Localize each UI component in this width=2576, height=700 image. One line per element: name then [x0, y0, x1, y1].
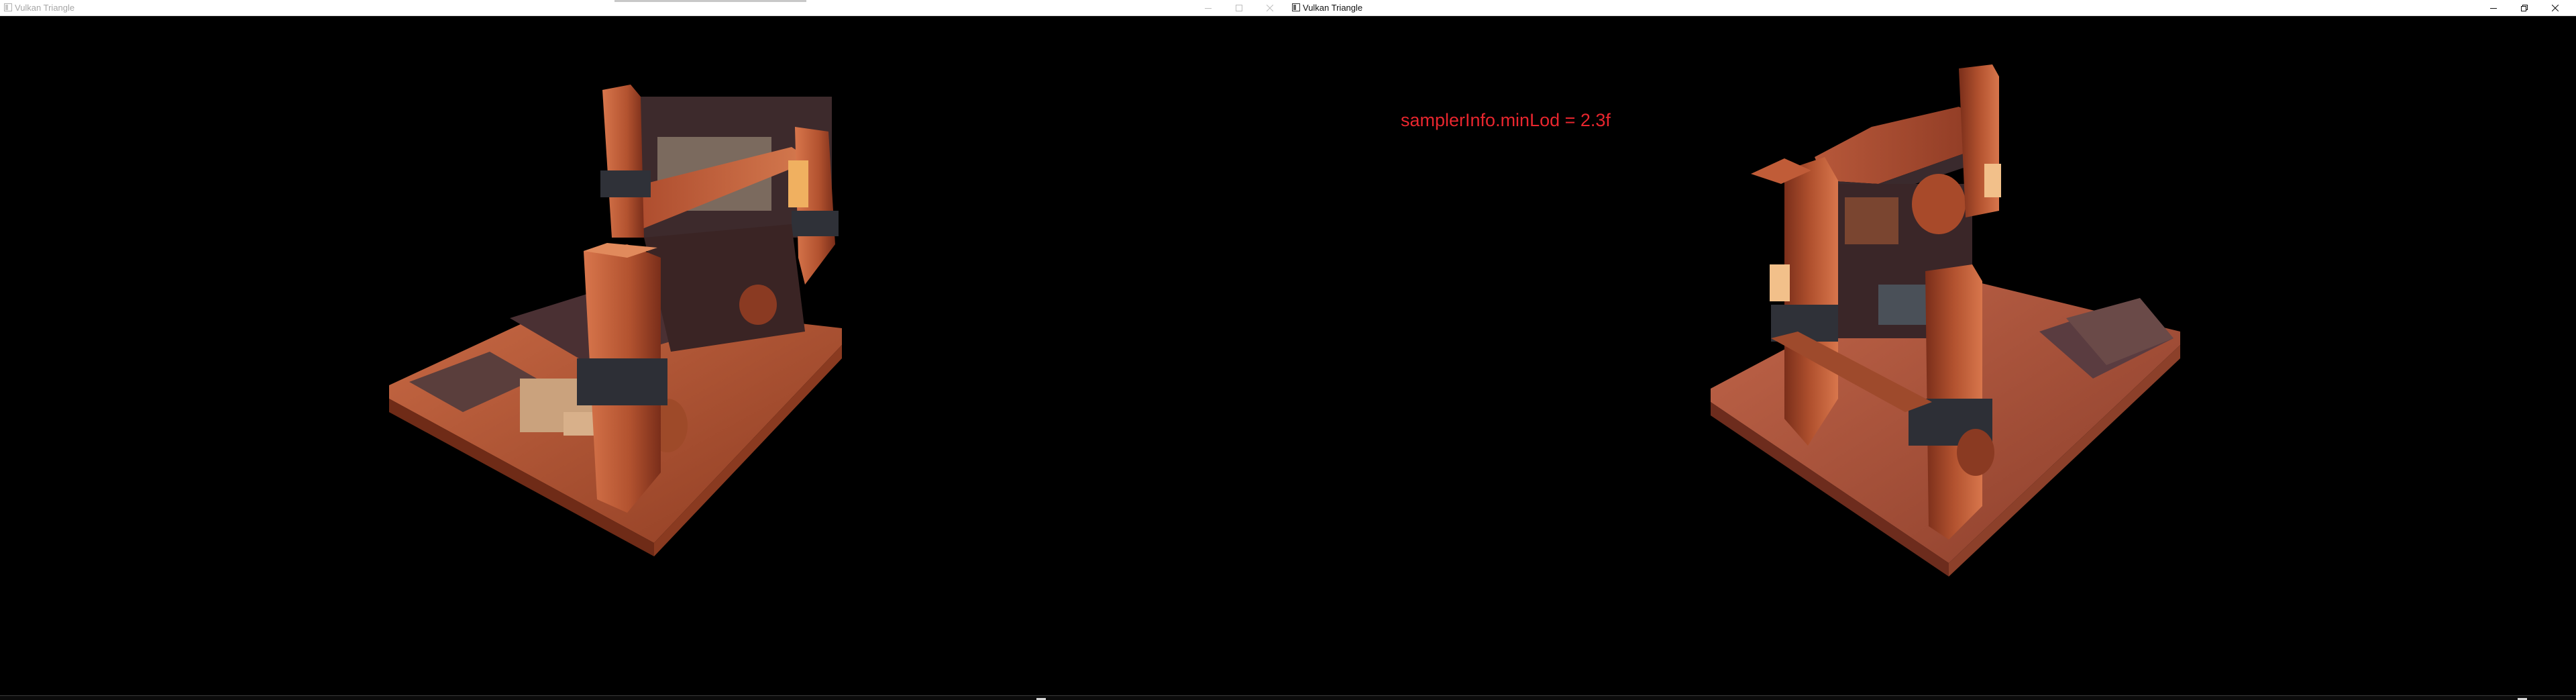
post-band	[792, 211, 839, 236]
minimize-button[interactable]	[1193, 0, 1224, 15]
post-band	[600, 170, 651, 197]
post-band	[577, 358, 667, 405]
minimize-button[interactable]	[2478, 0, 2509, 15]
back-post-left	[602, 85, 644, 238]
restore-icon	[2521, 4, 2528, 11]
round-shield	[1912, 174, 1966, 234]
small-barrel	[1957, 429, 1994, 476]
sampler-lod-label: samplerInfo.minLod = 2.3f	[1401, 110, 1611, 130]
vulkan-window-right: Vulkan Triangle samplerInfo.minLod = 2.3…	[1288, 0, 2576, 700]
restore-button[interactable]	[2509, 0, 2540, 15]
roof	[1815, 107, 1982, 184]
minimize-icon	[2490, 7, 2497, 9]
shelf-items	[1845, 197, 1898, 244]
window-app-icon	[1292, 3, 1300, 11]
title-bar[interactable]: Vulkan Triangle	[0, 0, 1288, 16]
close-button[interactable]	[2540, 0, 2571, 15]
window-bottom-border	[0, 695, 1288, 700]
maximize-icon	[1236, 4, 1242, 11]
close-icon	[2552, 4, 2559, 11]
vulkan-window-left: Vulkan Triangle	[0, 0, 1288, 700]
close-button[interactable]	[1254, 0, 1285, 15]
title-drag-handle[interactable]	[614, 0, 806, 2]
title-bar[interactable]: Vulkan Triangle	[1288, 0, 2576, 16]
candle	[1984, 164, 2001, 197]
minimize-icon	[1205, 7, 1212, 9]
window-title: Vulkan Triangle	[15, 3, 75, 13]
render-viewport[interactable]	[0, 16, 1288, 696]
render-viewport[interactable]: samplerInfo.minLod = 2.3f	[1288, 16, 2576, 696]
counter	[644, 224, 805, 352]
isometric-tavern-model	[389, 85, 842, 556]
window-bottom-border	[1288, 695, 2576, 700]
left-wall-post	[1784, 157, 1838, 446]
maximize-button[interactable]	[1224, 0, 1254, 15]
barrel	[739, 285, 777, 325]
lantern	[788, 160, 808, 207]
candle	[1770, 264, 1790, 301]
window-title: Vulkan Triangle	[1303, 3, 1363, 13]
window-app-icon	[4, 3, 12, 11]
close-icon	[1267, 4, 1273, 11]
